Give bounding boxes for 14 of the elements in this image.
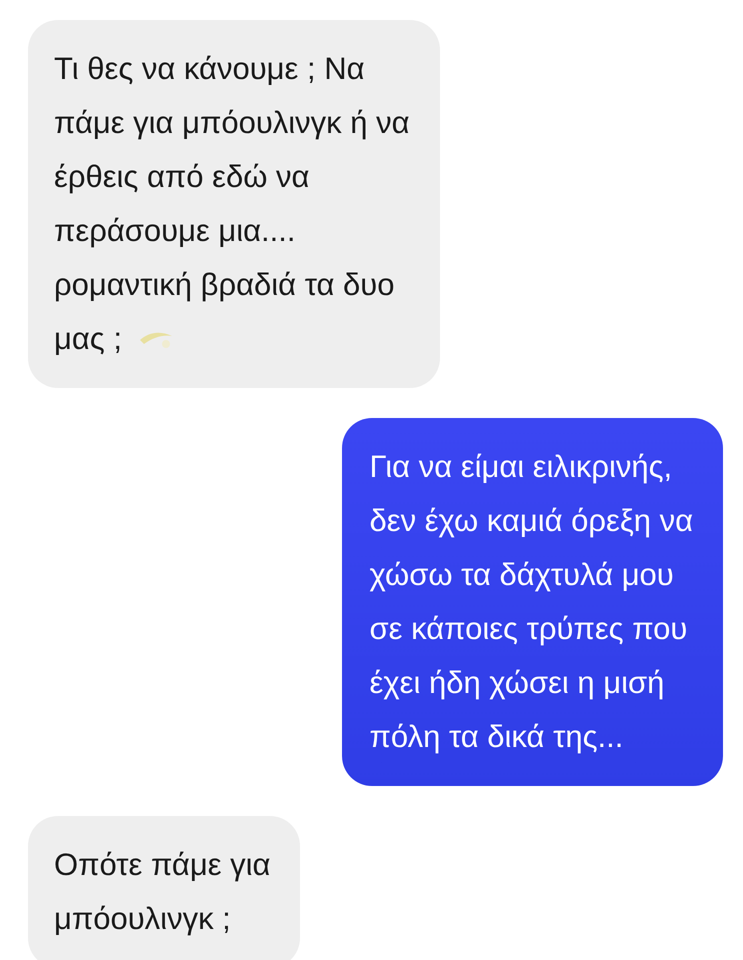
message-text: περάσουμε μια.... xyxy=(54,212,296,250)
message-text: Για να είμαι ειλικρινής, xyxy=(370,448,672,486)
message-text: σε κάποιες τρύπες που xyxy=(370,610,688,648)
message-text: πάμε για μπόουλινγκ ή να xyxy=(54,104,410,142)
message-text: πόλη τα δικά της... xyxy=(370,718,624,756)
message-text: Τι θες να κάνουμε ; Να xyxy=(54,50,364,88)
message-text: δεν έχω καμιά όρεξη να xyxy=(370,502,693,540)
message-text: μπόουλινγκ ; xyxy=(54,900,231,938)
message-text: Οπότε πάμε για xyxy=(54,846,270,884)
message-text: χώσω τα δάχτυλά μου xyxy=(370,556,674,594)
message-text: έχει ήδη χώσει η μισή xyxy=(370,664,664,702)
message-text: έρθεις από εδώ να xyxy=(54,158,310,196)
message-text: ρομαντική βραδιά τα δυο xyxy=(54,266,395,304)
message-text: μας ; xyxy=(54,320,122,358)
